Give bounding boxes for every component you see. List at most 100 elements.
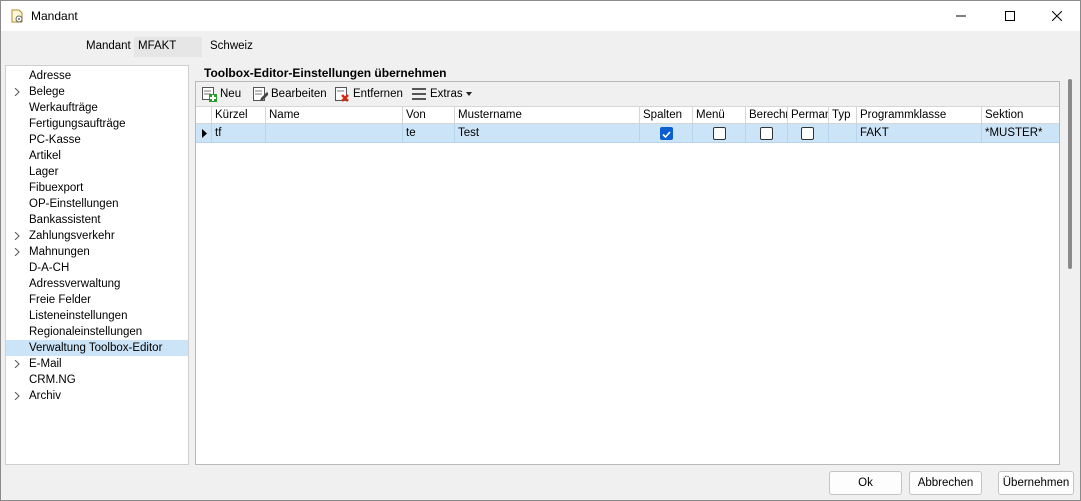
cell-mustername[interactable]: Test [455, 124, 640, 143]
tree-item-werkauftraege[interactable]: Werkaufträge [6, 100, 188, 116]
row-selector-header [196, 107, 212, 124]
chevron-right-icon[interactable] [13, 360, 21, 368]
column-header[interactable]: Menü [693, 107, 746, 124]
chevron-right-icon[interactable] [13, 248, 21, 256]
current-row-icon [202, 129, 207, 138]
tree-item-label: Verwaltung Toolbox-Editor [29, 342, 163, 354]
tree-item-listeneinstellungen[interactable]: Listeneinstellungen [6, 308, 188, 324]
tree-item-label: Lager [29, 166, 59, 178]
mandant-window: Mandant Mandant MFAKT Schweiz Adresse Be… [0, 0, 1081, 501]
tree-item-crm-ng[interactable]: CRM.NG [6, 372, 188, 388]
tree-item-label: Werkaufträge [29, 102, 98, 114]
tree-item-op-einstellungen[interactable]: OP-Einstellungen [6, 196, 188, 212]
tree-item-mahnungen[interactable]: Mahnungen [6, 244, 188, 260]
checkmark-icon [662, 131, 671, 139]
close-button[interactable] [1034, 1, 1080, 31]
spalten-checkbox[interactable] [660, 127, 673, 140]
permanent-checkbox[interactable] [801, 127, 814, 140]
window-title: Mandant [31, 9, 78, 23]
tree-item-label: E-Mail [29, 358, 62, 370]
tree-item-adresse[interactable]: Adresse [6, 68, 188, 84]
extras-label: Extras [430, 88, 463, 100]
tree-item-label: Mahnungen [29, 246, 90, 258]
panel-scrollbar[interactable] [1068, 79, 1072, 269]
tree-item-verwaltung-toolbox-editor[interactable]: Verwaltung Toolbox-Editor [6, 340, 188, 356]
cell-berechn [746, 124, 788, 143]
cell-spalten [640, 124, 693, 143]
cell-kuerzel[interactable]: tf [212, 124, 266, 143]
ok-button[interactable]: Ok [829, 471, 902, 495]
tree-item-e-mail[interactable]: E-Mail [6, 356, 188, 372]
column-header[interactable]: Berechn [746, 107, 788, 124]
tree-item-freie-felder[interactable]: Freie Felder [6, 292, 188, 308]
tree-item-artikel[interactable]: Artikel [6, 148, 188, 164]
table-row[interactable]: tf te Test FAKT *MUSTER* [196, 124, 1059, 143]
cancel-button[interactable]: Abbrechen [909, 471, 982, 495]
mandant-row: Mandant MFAKT Schweiz [1, 36, 601, 58]
column-header[interactable]: Spalten [640, 107, 693, 124]
tree-item-fertigungsauftraege[interactable]: Fertigungsaufträge [6, 116, 188, 132]
tree-item-pc-kasse[interactable]: PC-Kasse [6, 132, 188, 148]
cell-typ[interactable] [829, 124, 857, 143]
close-icon [1052, 11, 1062, 21]
apply-button[interactable]: Übernehmen [998, 471, 1074, 495]
tree-item-regionaleinstellungen[interactable]: Regionaleinstellungen [6, 324, 188, 340]
new-icon [202, 87, 217, 102]
cell-permanent [788, 124, 829, 143]
menue-checkbox[interactable] [713, 127, 726, 140]
column-header[interactable]: Mustername [455, 107, 640, 124]
tree-item-label: Archiv [29, 390, 61, 402]
tree-item-archiv[interactable]: Archiv [6, 388, 188, 404]
grid-toolbar: Neu Bearbeiten Entfernen Extras [196, 82, 1059, 106]
cell-von[interactable]: te [403, 124, 455, 143]
chevron-right-icon[interactable] [13, 232, 21, 240]
column-header[interactable]: Typ [829, 107, 857, 124]
grid-header: Kürzel Name Von Mustername Spalten Menü … [196, 106, 1059, 124]
row-selector[interactable] [196, 124, 212, 143]
tree-item-label: D-A-CH [29, 262, 70, 274]
panel-title: Toolbox-Editor-Einstellungen übernehmen [204, 66, 447, 80]
remove-button[interactable]: Entfernen [334, 85, 403, 103]
cell-menue [693, 124, 746, 143]
cell-sektion[interactable]: *MUSTER* [982, 124, 1059, 143]
maximize-button[interactable] [987, 1, 1033, 31]
ok-button-label: Ok [858, 477, 873, 489]
tree-item-label: Regionaleinstellungen [29, 326, 143, 338]
new-button-label: Neu [220, 88, 242, 100]
cell-programmklasse[interactable]: FAKT [857, 124, 982, 143]
tree-item-zahlungsverkehr[interactable]: Zahlungsverkehr [6, 228, 188, 244]
column-header[interactable]: Kürzel [212, 107, 266, 124]
menu-icon [412, 88, 426, 100]
tree-item-label: Adressverwaltung [29, 278, 121, 290]
tree-item-label: Freie Felder [29, 294, 91, 306]
cell-name[interactable] [266, 124, 403, 143]
column-header[interactable]: Programmklasse [857, 107, 982, 124]
minimize-button[interactable] [938, 1, 984, 31]
tree-item-belege[interactable]: Belege [6, 84, 188, 100]
maximize-icon [1005, 11, 1015, 21]
edit-button-label: Bearbeiten [271, 88, 327, 100]
chevron-right-icon[interactable] [13, 392, 21, 400]
column-header[interactable]: Permane [788, 107, 829, 124]
tree-item-adressverwaltung[interactable]: Adressverwaltung [6, 276, 188, 292]
remove-icon [335, 87, 349, 102]
chevron-right-icon[interactable] [13, 88, 21, 96]
column-header[interactable]: Name [266, 107, 403, 124]
column-header[interactable]: Sektion [982, 107, 1059, 124]
dropdown-arrow-icon [465, 92, 472, 96]
cancel-button-label: Abbrechen [917, 477, 974, 489]
extras-menu[interactable]: Extras [411, 85, 472, 103]
tree-item-label: Bankassistent [29, 214, 101, 226]
tree-item-d-a-ch[interactable]: D-A-CH [6, 260, 188, 276]
column-header[interactable]: Von [403, 107, 455, 124]
remove-button-label: Entfernen [353, 88, 403, 100]
new-button[interactable]: Neu [201, 85, 241, 103]
tree-item-lager[interactable]: Lager [6, 164, 188, 180]
tree-item-label: Listeneinstellungen [29, 310, 128, 322]
berechn-checkbox[interactable] [760, 127, 773, 140]
tree-item-label: Fibuexport [29, 182, 84, 194]
edit-button[interactable]: Bearbeiten [252, 85, 327, 103]
tree-item-bankassistent[interactable]: Bankassistent [6, 212, 188, 228]
tree-item-fibuexport[interactable]: Fibuexport [6, 180, 188, 196]
edit-icon [253, 87, 268, 101]
